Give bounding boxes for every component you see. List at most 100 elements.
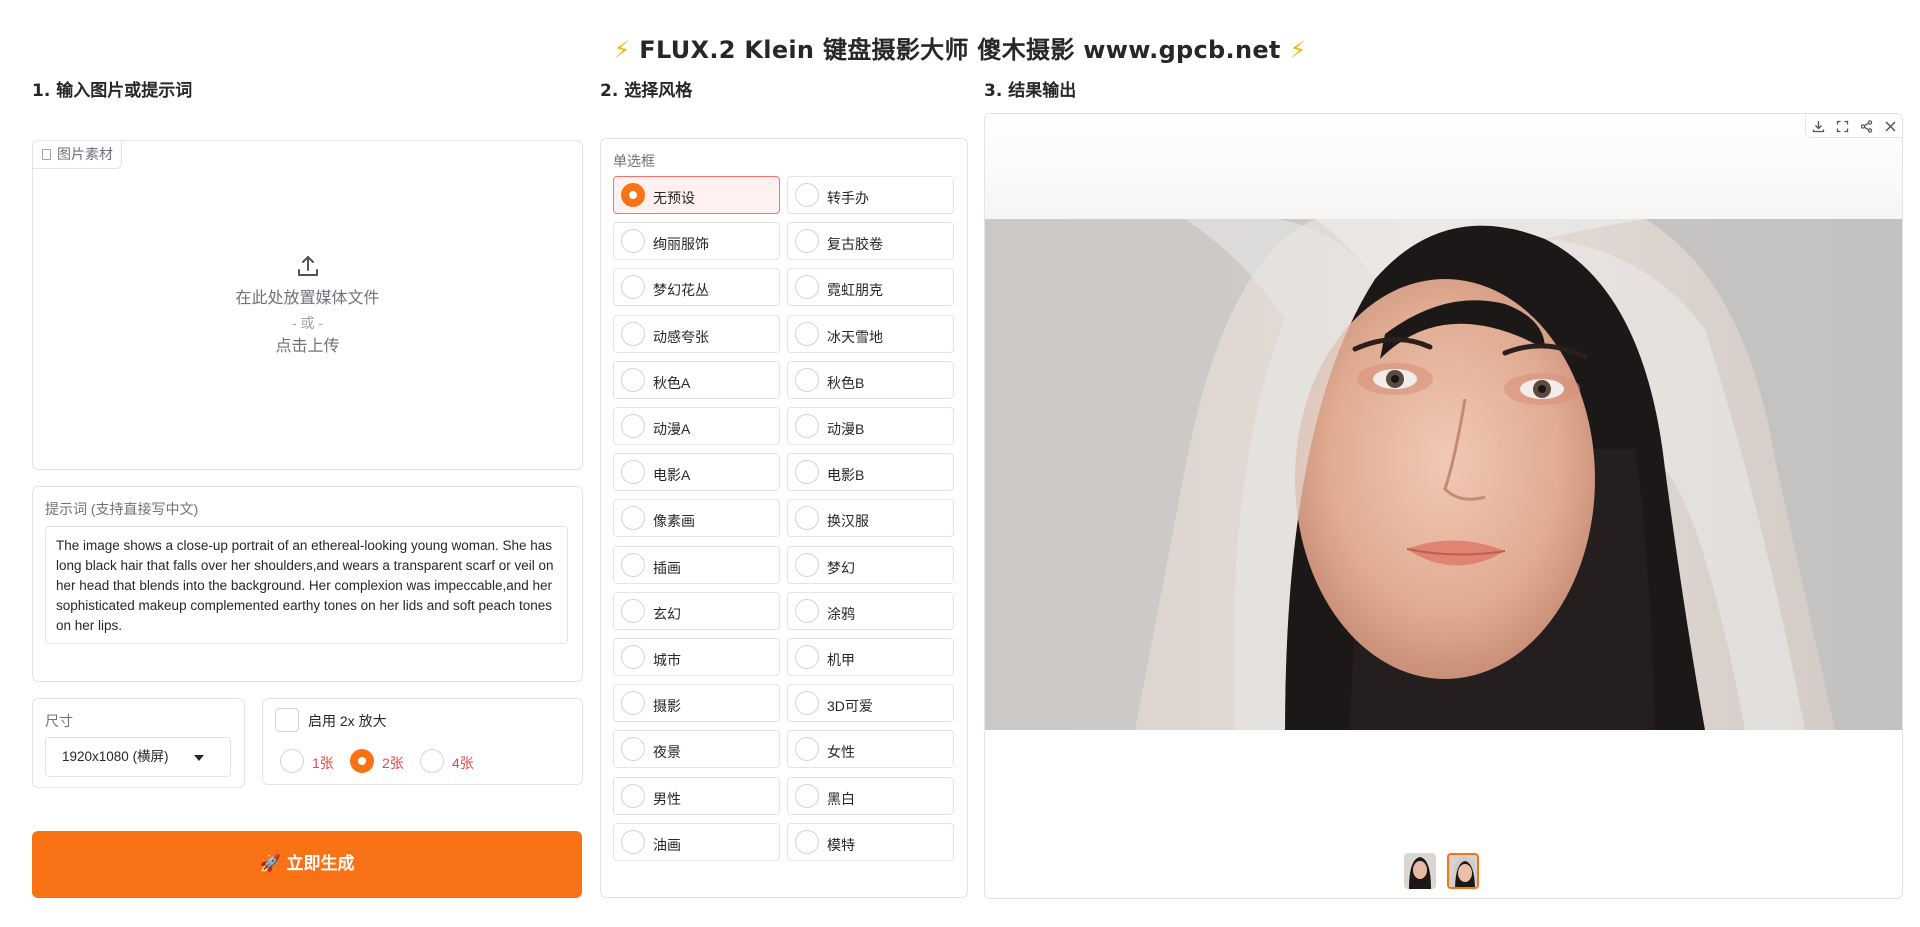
style-option[interactable]: 插画 xyxy=(613,545,780,584)
style-option-label: 电影B xyxy=(827,467,865,484)
style-radio[interactable] xyxy=(795,506,819,531)
count-label-1: 1张 xyxy=(312,755,334,771)
result-thumbnail-2[interactable] xyxy=(1447,853,1479,889)
style-radio[interactable] xyxy=(621,367,645,392)
style-option[interactable]: 男性 xyxy=(613,776,780,815)
style-option[interactable]: 夜景 xyxy=(613,730,780,769)
style-option[interactable]: 像素画 xyxy=(613,499,780,538)
size-label: 尺寸 xyxy=(45,713,73,729)
style-radio[interactable] xyxy=(621,691,645,716)
count-label-2: 2张 xyxy=(382,755,404,771)
prompt-textarea[interactable]: The image shows a close-up portrait of a… xyxy=(45,526,568,644)
style-option[interactable]: 涂鸦 xyxy=(787,591,954,630)
page-title-text: FLUX.2 Klein 键盘摄影大师 傻木摄影 www.gpcb.net xyxy=(639,36,1281,64)
style-option-label: 3D可爱 xyxy=(827,698,873,715)
style-option[interactable]: 复古胶卷 xyxy=(787,222,954,261)
upload-tag-label: 图片素材 xyxy=(57,146,113,162)
style-radio[interactable] xyxy=(621,414,645,438)
style-option[interactable]: 摄影 xyxy=(613,684,780,723)
output-image[interactable] xyxy=(985,219,1902,730)
style-radio[interactable] xyxy=(621,552,645,577)
fullscreen-button[interactable] xyxy=(1830,114,1854,138)
style-radio[interactable] xyxy=(621,275,645,300)
style-option-label: 梦幻 xyxy=(827,559,855,576)
style-option-label: 冰天雪地 xyxy=(827,328,883,345)
style-radio[interactable] xyxy=(795,783,819,808)
style-option[interactable]: 3D可爱 xyxy=(787,684,954,723)
style-option-label: 电影A xyxy=(653,467,691,484)
upload-prompt[interactable]: 在此处放置媒体文件 - 或 - 点击上传 xyxy=(33,253,582,359)
style-option-label: 城市 xyxy=(653,652,681,668)
style-radio[interactable] xyxy=(795,552,819,577)
style-radio[interactable] xyxy=(795,414,819,438)
style-radio[interactable] xyxy=(621,829,645,854)
thumbnail-image xyxy=(1404,853,1436,889)
prompt-label: 提示词 (支持直接写中文) xyxy=(45,501,199,517)
lightning-icon: ⚡ xyxy=(1289,36,1307,64)
drop-text: 在此处放置媒体文件 xyxy=(235,290,380,307)
upscale-checkbox[interactable] xyxy=(275,708,299,732)
style-option[interactable]: 霓虹朋克 xyxy=(787,268,954,307)
style-radio[interactable] xyxy=(795,829,819,854)
style-radio[interactable] xyxy=(795,183,819,207)
style-radio[interactable] xyxy=(621,783,645,808)
close-button[interactable] xyxy=(1878,114,1902,138)
style-radio[interactable] xyxy=(621,598,645,623)
style-radio[interactable] xyxy=(621,460,645,485)
style-radio[interactable] xyxy=(621,229,645,254)
style-option[interactable]: 动感夸张 xyxy=(613,314,780,353)
style-radio[interactable] xyxy=(795,691,819,716)
style-option-label: 男性 xyxy=(653,790,681,807)
style-radio[interactable] xyxy=(621,321,645,346)
style-radio[interactable] xyxy=(795,321,819,346)
style-option[interactable]: 玄幻 xyxy=(613,591,780,630)
style-option[interactable]: 城市 xyxy=(613,638,780,676)
style-option[interactable]: 冰天雪地 xyxy=(787,314,954,353)
style-radio[interactable] xyxy=(795,275,819,300)
style-option[interactable]: 转手办 xyxy=(787,176,954,214)
style-option[interactable]: 绚丽服饰 xyxy=(613,222,780,261)
style-option[interactable]: 动漫B xyxy=(787,407,954,445)
upscale-label: 启用 2x 放大 xyxy=(308,713,387,729)
style-radio[interactable] xyxy=(621,506,645,531)
generate-button[interactable]: 🚀 立即生成 xyxy=(32,831,582,898)
file-icon xyxy=(42,149,51,160)
style-option[interactable]: 秋色B xyxy=(787,360,954,399)
style-radio[interactable] xyxy=(795,598,819,623)
style-option[interactable]: 电影B xyxy=(787,453,954,492)
style-option[interactable]: 模特 xyxy=(787,822,954,861)
style-radio[interactable] xyxy=(795,645,819,669)
style-option[interactable]: 电影A xyxy=(613,453,780,492)
lightning-icon: ⚡ xyxy=(613,36,631,64)
image-upload-dropzone[interactable]: 图片素材 在此处放置媒体文件 - 或 - 点击上传 xyxy=(32,140,583,470)
style-option[interactable]: 无预设 xyxy=(613,176,780,214)
style-radio[interactable] xyxy=(795,367,819,392)
click-upload-text[interactable]: 点击上传 xyxy=(33,335,582,359)
style-option[interactable]: 油画 xyxy=(613,822,780,861)
style-option[interactable]: 秋色A xyxy=(613,360,780,399)
output-toolbar xyxy=(1805,114,1902,138)
share-button[interactable] xyxy=(1854,114,1878,138)
style-radio[interactable] xyxy=(795,229,819,254)
size-dropdown[interactable]: 1920x1080 (横屏) xyxy=(45,737,231,777)
download-button[interactable] xyxy=(1806,114,1830,138)
result-thumbnail-1[interactable] xyxy=(1404,853,1436,889)
count-radio-4[interactable] xyxy=(420,749,444,773)
style-option[interactable]: 动漫A xyxy=(613,407,780,445)
style-radio[interactable] xyxy=(621,645,645,669)
style-option[interactable]: 女性 xyxy=(787,730,954,769)
style-radio[interactable] xyxy=(621,183,645,207)
size-selected-value: 1920x1080 (横屏) xyxy=(62,749,169,764)
style-option[interactable]: 黑白 xyxy=(787,776,954,815)
style-option[interactable]: 梦幻花丛 xyxy=(613,268,780,307)
count-radio-1[interactable] xyxy=(280,749,304,773)
style-option[interactable]: 换汉服 xyxy=(787,499,954,538)
count-radio-2[interactable] xyxy=(350,749,374,773)
style-radio[interactable] xyxy=(621,737,645,762)
input-section-title: 1. 输入图片或提示词 xyxy=(32,81,193,101)
style-radio[interactable] xyxy=(795,737,819,762)
style-section-title: 2. 选择风格 xyxy=(600,81,693,101)
style-option[interactable]: 机甲 xyxy=(787,638,954,676)
style-radio[interactable] xyxy=(795,460,819,485)
style-option[interactable]: 梦幻 xyxy=(787,545,954,584)
